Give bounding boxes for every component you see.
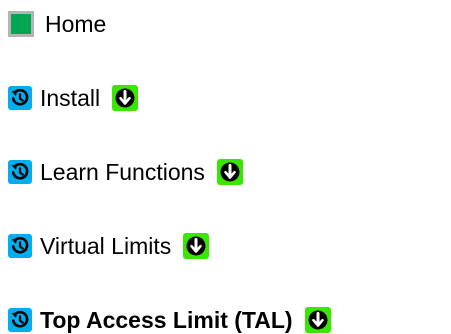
down-arrow-icon[interactable]	[216, 159, 243, 185]
cycle-icon	[8, 234, 32, 258]
nav-item-home[interactable]: Home	[8, 7, 106, 41]
nav-item-label: Home	[45, 11, 107, 37]
nav-item-label: Virtual Limits	[40, 233, 172, 259]
nav-item-top-access-limit[interactable]: Top Access Limit (TAL)	[8, 303, 331, 334]
nav-item-label: Learn Functions	[40, 159, 205, 185]
nav-item-label: Top Access Limit (TAL)	[40, 307, 293, 333]
navigation-list: Home Install Learn Functions Virtual Lim…	[0, 0, 451, 334]
nav-item-learn-functions[interactable]: Learn Functions	[8, 155, 243, 189]
home-square-icon	[8, 11, 34, 37]
nav-item-label: Install	[40, 85, 101, 111]
cycle-icon	[8, 160, 32, 184]
nav-item-install[interactable]: Install	[8, 81, 139, 115]
down-arrow-icon[interactable]	[304, 307, 331, 333]
cycle-icon	[8, 308, 32, 332]
cycle-icon	[8, 86, 32, 110]
down-arrow-icon[interactable]	[112, 85, 139, 111]
nav-item-virtual-limits[interactable]: Virtual Limits	[8, 229, 210, 263]
down-arrow-icon[interactable]	[183, 233, 210, 259]
